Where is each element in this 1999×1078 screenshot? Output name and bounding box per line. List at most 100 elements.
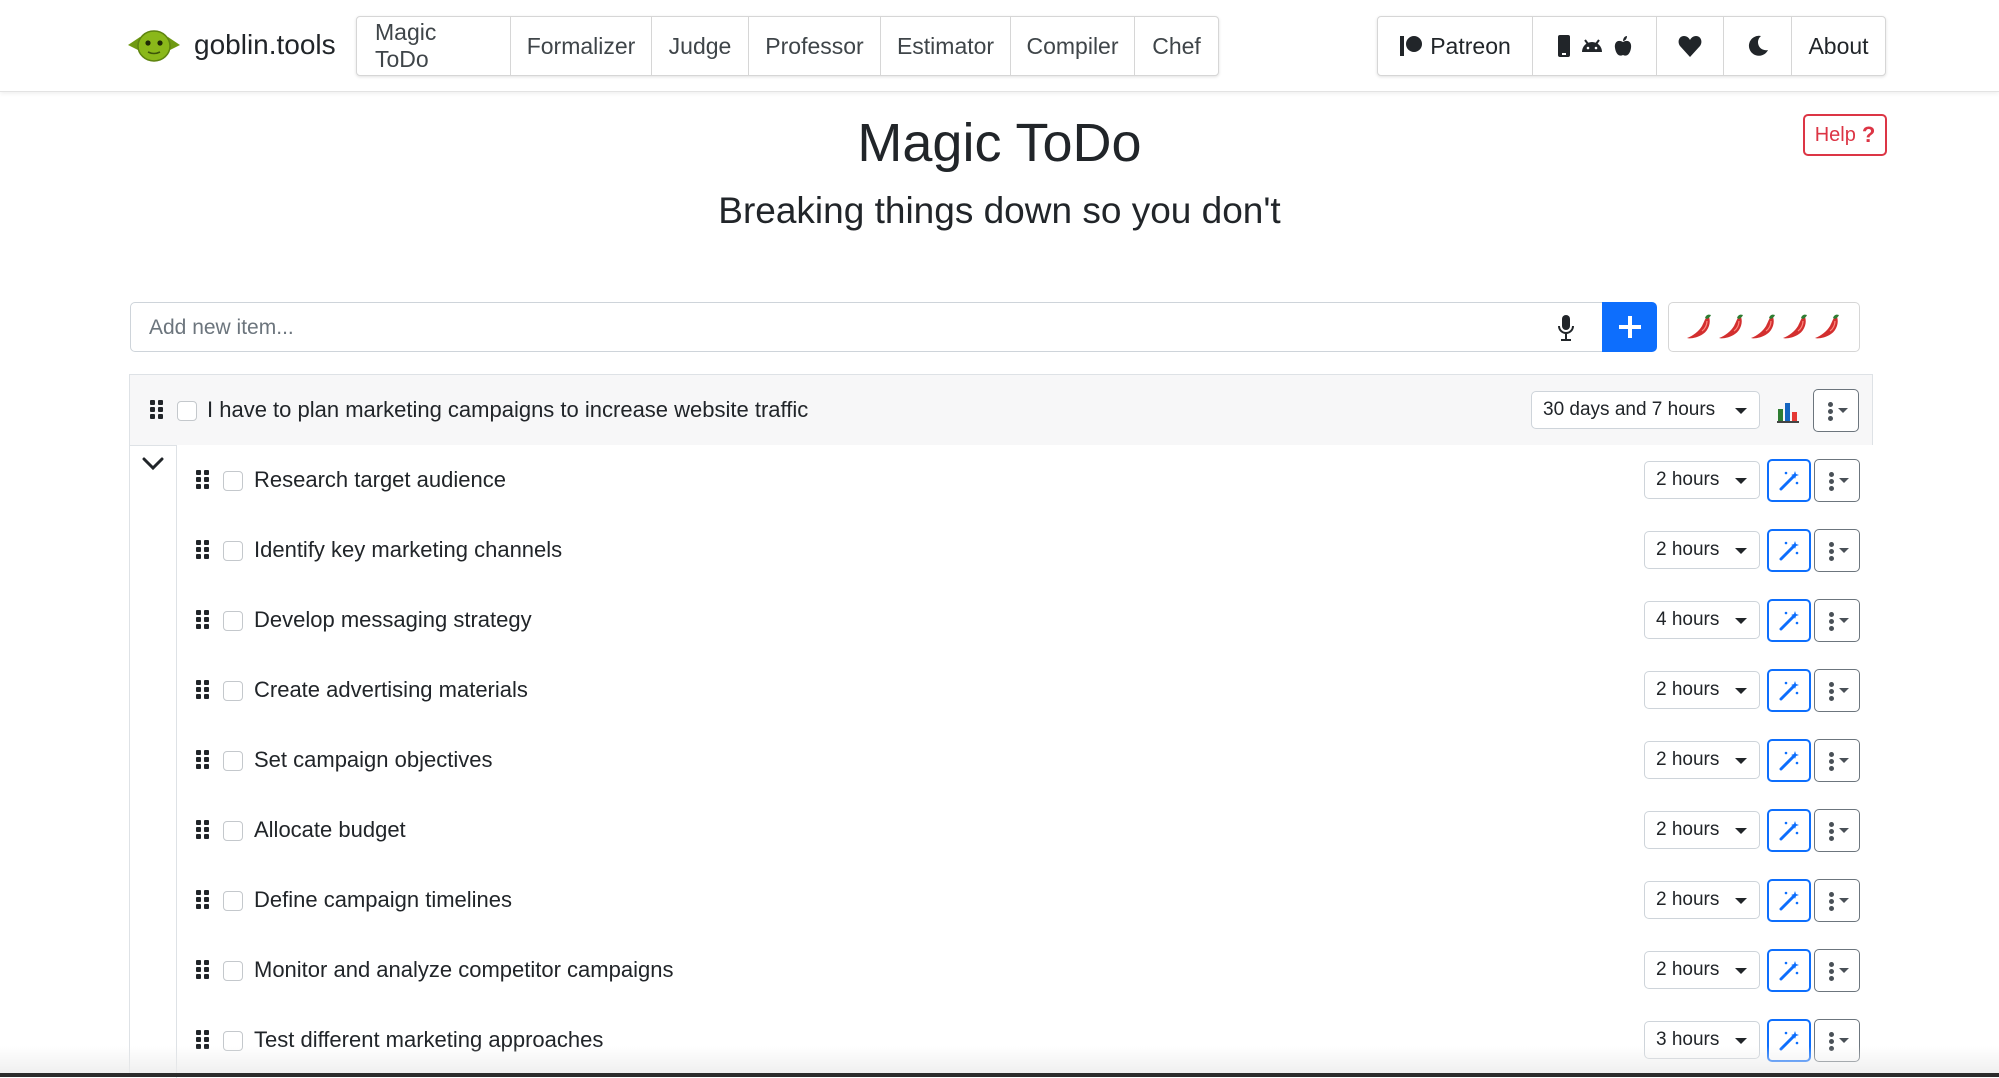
estimate-dropdown[interactable]: 2 hours xyxy=(1644,461,1760,499)
drag-handle-icon[interactable] xyxy=(196,820,210,840)
estimate-value: 2 hours xyxy=(1656,539,1720,560)
task-menu-button[interactable] xyxy=(1814,599,1860,642)
drag-handle-icon[interactable] xyxy=(196,540,210,560)
nav-about[interactable]: About xyxy=(1792,17,1885,75)
add-item-input[interactable] xyxy=(131,303,1551,353)
moon-icon xyxy=(1748,35,1768,56)
chili-pepper-icon xyxy=(1751,314,1775,339)
chevron-down-icon[interactable] xyxy=(142,457,164,471)
nav-chef[interactable]: Chef xyxy=(1135,17,1218,75)
patreon-icon xyxy=(1400,36,1423,56)
nav-compiler[interactable]: Compiler xyxy=(1011,17,1135,75)
caret-down-icon xyxy=(1735,968,1747,974)
parent-task-text[interactable]: I have to plan marketing campaigns to in… xyxy=(207,397,808,423)
subtask-text[interactable]: Test different marketing approaches xyxy=(254,1027,603,1053)
magic-breakdown-button[interactable] xyxy=(1767,879,1811,922)
magic-wand-icon xyxy=(1779,680,1799,700)
estimate-dropdown[interactable]: 2 hours xyxy=(1644,951,1760,989)
subtask-row: Monitor and analyze competitor campaigns… xyxy=(177,935,1873,1006)
estimate-dropdown[interactable]: 2 hours xyxy=(1644,811,1760,849)
donate-button[interactable] xyxy=(1657,17,1724,75)
task-menu-button[interactable] xyxy=(1814,459,1860,502)
task-menu-button[interactable] xyxy=(1814,1019,1860,1062)
estimate-dropdown[interactable]: 30 days and 7 hours xyxy=(1531,391,1760,429)
drag-handle-icon[interactable] xyxy=(196,470,210,490)
task-checkbox[interactable] xyxy=(223,891,243,911)
mobile-apps-button[interactable] xyxy=(1533,17,1657,75)
utility-nav: Patreon About xyxy=(1377,16,1886,76)
magic-breakdown-button[interactable] xyxy=(1767,599,1811,642)
task-checkbox[interactable] xyxy=(223,751,243,771)
task-menu-button[interactable] xyxy=(1814,739,1860,782)
subtask-text[interactable]: Define campaign timelines xyxy=(254,887,512,913)
patreon-button[interactable]: Patreon xyxy=(1378,17,1533,75)
estimate-dropdown[interactable]: 2 hours xyxy=(1644,741,1760,779)
subtask-row: Test different marketing approaches 3 hou… xyxy=(177,1005,1873,1076)
task-checkbox[interactable] xyxy=(223,471,243,491)
spiciness-selector[interactable] xyxy=(1668,302,1860,352)
subtask-text[interactable]: Monitor and analyze competitor campaigns xyxy=(254,957,673,983)
subtask-text[interactable]: Set campaign objectives xyxy=(254,747,492,773)
microphone-icon[interactable] xyxy=(1556,314,1576,342)
magic-wand-icon xyxy=(1779,960,1799,980)
drag-handle-icon[interactable] xyxy=(196,890,210,910)
subtask-text[interactable]: Allocate budget xyxy=(254,817,406,843)
magic-breakdown-button[interactable] xyxy=(1767,739,1811,782)
task-checkbox[interactable] xyxy=(223,1031,243,1051)
estimate-dropdown[interactable]: 2 hours xyxy=(1644,881,1760,919)
task-menu-button[interactable] xyxy=(1814,529,1860,572)
task-checkbox[interactable] xyxy=(177,401,197,421)
caret-down-icon xyxy=(1839,968,1849,973)
magic-breakdown-button[interactable] xyxy=(1767,669,1811,712)
drag-handle-icon[interactable] xyxy=(196,610,210,630)
drag-handle-icon[interactable] xyxy=(196,750,210,770)
drag-handle-icon[interactable] xyxy=(150,400,164,420)
task-menu-button[interactable] xyxy=(1813,389,1859,432)
nav-professor[interactable]: Professor xyxy=(749,17,881,75)
task-checkbox[interactable] xyxy=(223,611,243,631)
patreon-label: Patreon xyxy=(1430,32,1511,59)
estimate-dropdown[interactable]: 2 hours xyxy=(1644,531,1760,569)
magic-breakdown-button[interactable] xyxy=(1767,949,1811,992)
bar-chart-icon[interactable] xyxy=(1776,399,1800,423)
magic-breakdown-button[interactable] xyxy=(1767,809,1811,852)
estimate-value: 2 hours xyxy=(1656,889,1720,910)
parent-task-row: I have to plan marketing campaigns to in… xyxy=(130,375,1872,446)
task-checkbox[interactable] xyxy=(223,541,243,561)
task-menu-button[interactable] xyxy=(1814,879,1860,922)
estimate-dropdown[interactable]: 3 hours xyxy=(1644,1021,1760,1059)
dark-mode-toggle[interactable] xyxy=(1724,17,1792,75)
magic-breakdown-button[interactable] xyxy=(1767,459,1811,502)
magic-breakdown-button[interactable] xyxy=(1767,1019,1811,1062)
chili-pepper-icon xyxy=(1783,314,1807,339)
task-menu-button[interactable] xyxy=(1814,949,1860,992)
task-menu-button[interactable] xyxy=(1814,669,1860,712)
drag-handle-icon[interactable] xyxy=(196,1030,210,1050)
task-checkbox[interactable] xyxy=(223,681,243,701)
subtask-text[interactable]: Develop messaging strategy xyxy=(254,607,532,633)
subtask-text[interactable]: Identify key marketing channels xyxy=(254,537,562,563)
caret-down-icon xyxy=(1735,408,1747,414)
magic-breakdown-button[interactable] xyxy=(1767,529,1811,572)
task-checkbox[interactable] xyxy=(223,821,243,841)
task-checkbox[interactable] xyxy=(223,961,243,981)
nav-estimator[interactable]: Estimator xyxy=(881,17,1011,75)
nav-judge[interactable]: Judge xyxy=(652,17,749,75)
drag-handle-icon[interactable] xyxy=(196,680,210,700)
drag-handle-icon[interactable] xyxy=(196,960,210,980)
add-item-button[interactable] xyxy=(1602,302,1657,352)
magic-wand-icon xyxy=(1779,1030,1799,1050)
task-menu-button[interactable] xyxy=(1814,809,1860,852)
nav-formalizer[interactable]: Formalizer xyxy=(511,17,652,75)
subtask-row: Set campaign objectives 2 hours xyxy=(177,725,1873,796)
brand[interactable]: goblin.tools xyxy=(126,25,336,65)
kebab-menu-icon xyxy=(1829,962,1834,981)
kebab-menu-icon xyxy=(1829,472,1834,491)
page-title: Magic ToDo xyxy=(857,113,1142,173)
estimate-value: 30 days and 7 hours xyxy=(1543,399,1716,420)
estimate-dropdown[interactable]: 2 hours xyxy=(1644,671,1760,709)
subtask-text[interactable]: Research target audience xyxy=(254,467,506,493)
subtask-text[interactable]: Create advertising materials xyxy=(254,677,528,703)
estimate-dropdown[interactable]: 4 hours xyxy=(1644,601,1760,639)
nav-magic-todo[interactable]: Magic ToDo xyxy=(357,17,511,75)
